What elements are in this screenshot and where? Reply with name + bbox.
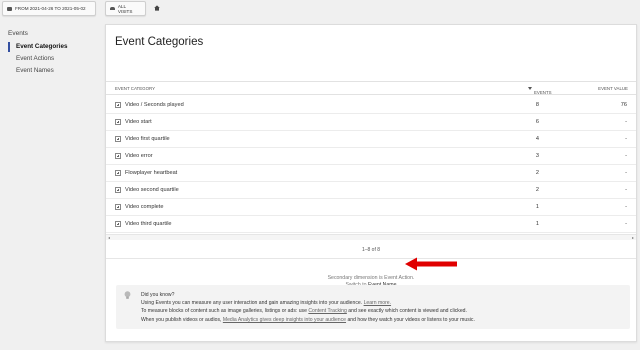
tip-line-2: To measure blocks of content such as ima… xyxy=(141,307,475,315)
expand-icon[interactable] xyxy=(115,136,121,142)
row-label: Video complete xyxy=(125,204,164,210)
row-events: 4 xyxy=(535,136,539,142)
row-label: Video error xyxy=(125,153,153,159)
report-card: Event Categories EVENT CATEGORY EVENTS E… xyxy=(105,24,637,342)
left-nav: Events Event Categories Event Actions Ev… xyxy=(8,30,98,77)
tip-content: Did you know? Using Events you can measu… xyxy=(141,291,475,324)
expand-icon[interactable] xyxy=(115,187,121,193)
table-row[interactable]: Video start 6 - xyxy=(106,114,636,131)
nav-item-event-categories[interactable]: Event Categories xyxy=(8,41,98,53)
row-label: Video / Seconds played xyxy=(125,102,184,108)
horizontal-scrollbar[interactable]: ◂ ▸ xyxy=(106,234,636,240)
row-events: 6 xyxy=(535,119,539,125)
table-body: Video / Seconds played 8 76 Video start … xyxy=(106,97,636,233)
tip-line-3-b: and how they watch your videos or listen… xyxy=(347,316,475,323)
segment-selector[interactable]: ALL VISITS xyxy=(105,1,146,16)
nav-item-event-names[interactable]: Event Names xyxy=(8,65,98,77)
lightbulb-icon xyxy=(124,291,131,299)
expand-icon[interactable] xyxy=(115,221,121,227)
segment-icon xyxy=(110,7,115,10)
nav-item-event-actions[interactable]: Event Actions xyxy=(8,53,98,65)
column-header-events-label: EVENTS xyxy=(534,90,552,95)
row-label: Video start xyxy=(125,119,152,125)
home-icon[interactable] xyxy=(154,5,160,11)
row-label: Video first quartile xyxy=(125,136,170,142)
date-range-selector[interactable]: FROM 2021-04-26 TO 2021-05-02 xyxy=(2,1,96,16)
row-label: Flowplayer heartbeat xyxy=(125,170,178,176)
divider xyxy=(106,258,636,259)
tip-line-1-text: Using Events you can measure any user in… xyxy=(141,300,363,307)
table-row[interactable]: Video error 3 - xyxy=(106,148,636,165)
column-header-event-value[interactable]: EVENT VALUE xyxy=(598,86,628,91)
row-event-value: - xyxy=(625,204,627,210)
report-title: Event Categories xyxy=(115,36,204,48)
tip-line-2-a: To measure blocks of content such as ima… xyxy=(141,308,307,315)
did-you-know-box: Did you know? Using Events you can measu… xyxy=(116,285,630,329)
column-header-event-category[interactable]: EVENT CATEGORY xyxy=(115,86,155,91)
row-event-value: - xyxy=(625,187,627,193)
row-event-value: 76 xyxy=(620,102,627,108)
row-event-value: - xyxy=(625,170,627,176)
table-header: EVENT CATEGORY EVENTS EVENT VALUE xyxy=(106,81,636,95)
pagination-info: 1–8 of 8 xyxy=(361,247,381,253)
top-bar: FROM 2021-04-26 TO 2021-05-02 ALL VISITS xyxy=(0,0,640,18)
row-event-value: - xyxy=(625,136,627,142)
expand-icon[interactable] xyxy=(115,102,121,108)
row-label: Video second quartile xyxy=(125,187,179,193)
row-event-value: - xyxy=(625,153,627,159)
scroll-right-icon[interactable]: ▸ xyxy=(632,235,634,240)
content-tracking-link[interactable]: Content Tracking xyxy=(308,308,347,314)
expand-icon[interactable] xyxy=(115,204,121,210)
table-row[interactable]: Video first quartile 4 - xyxy=(106,131,636,148)
expand-icon[interactable] xyxy=(115,170,121,176)
tip-line-3: When you publish videos or audios, Media… xyxy=(141,316,475,324)
annotation-arrow-icon xyxy=(405,257,457,271)
tip-line-1: Using Events you can measure any user in… xyxy=(141,299,475,307)
expand-icon[interactable] xyxy=(115,153,121,159)
media-analytics-link[interactable]: Media Analytics gives deep insights into… xyxy=(223,317,346,323)
row-event-value: - xyxy=(625,119,627,125)
tip-heading: Did you know? xyxy=(141,292,175,298)
row-label: Video third quartile xyxy=(125,221,172,227)
row-events: 1 xyxy=(535,204,539,210)
column-header-events[interactable]: EVENTS xyxy=(528,86,552,95)
scroll-left-icon[interactable]: ◂ xyxy=(108,235,110,240)
nav-heading-events: Events xyxy=(8,30,28,37)
table-row[interactable]: Flowplayer heartbeat 2 - xyxy=(106,165,636,182)
table-row[interactable]: Video second quartile 2 - xyxy=(106,182,636,199)
row-events: 2 xyxy=(535,170,539,176)
calendar-icon xyxy=(7,6,12,11)
table-row[interactable]: Video / Seconds played 8 76 xyxy=(106,97,636,114)
row-events: 1 xyxy=(535,221,539,227)
expand-icon[interactable] xyxy=(115,119,121,125)
tip-line-2-b: and see exactly which content is viewed … xyxy=(348,308,467,315)
table-row[interactable]: Video complete 1 - xyxy=(106,199,636,216)
row-event-value: - xyxy=(625,221,627,227)
row-events: 3 xyxy=(535,153,539,159)
segment-label: ALL VISITS xyxy=(117,3,133,14)
learn-more-link[interactable]: Learn more. xyxy=(364,300,391,306)
date-range-label: FROM 2021-04-26 TO 2021-05-02 xyxy=(15,6,86,11)
table-row[interactable]: Video third quartile 1 - xyxy=(106,216,636,233)
row-events: 2 xyxy=(535,187,539,193)
sort-desc-icon xyxy=(528,87,532,90)
tip-line-3-a: When you publish videos or audios, xyxy=(141,316,222,323)
row-events: 8 xyxy=(535,102,539,108)
secondary-dimension-text: Secondary dimension is Event Action. xyxy=(327,275,415,281)
